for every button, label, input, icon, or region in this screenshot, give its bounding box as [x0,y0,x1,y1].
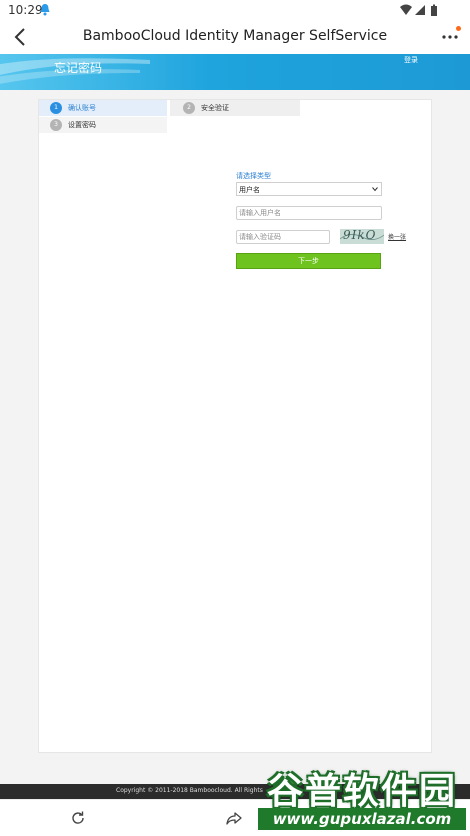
captcha-image[interactable]: 9IkO [340,229,384,244]
battery-icon [431,4,437,16]
type-label: 请选择类型 [236,172,271,180]
copyright-text: Copyright © 2011-2018 Bamboocloud. All R… [116,787,263,794]
app-title: BambooCloud Identity Manager SelfService [82,28,388,44]
status-time: 10:29 [8,3,43,17]
step-label: 安全验证 [201,104,229,112]
qq-bell-icon [40,4,50,16]
step-number: 1 [50,102,62,114]
login-link[interactable]: 登录 [404,55,418,65]
status-icons [400,4,437,16]
step-number: 2 [183,102,195,114]
wifi-icon [400,4,412,15]
share-icon[interactable] [226,810,242,826]
watermark-title: 谷普软件园 [266,771,457,812]
next-step-button[interactable]: 下一步 [236,253,381,269]
step-set-password: 3 设置密码 [39,117,167,133]
step-security-verification: 2 安全验证 [170,100,300,116]
back-arrow-icon[interactable] [10,26,32,48]
step-label: 确认账号 [68,104,96,112]
step-number: 3 [50,119,62,131]
notification-badge [456,26,461,31]
signal-icon [415,5,425,15]
step-label: 设置密码 [68,121,96,129]
type-select-value: 用户名 [239,186,260,194]
refresh-icon[interactable] [70,810,86,826]
form-panel [38,99,432,753]
type-select[interactable]: 用户名 [236,182,382,196]
username-input[interactable] [236,206,382,220]
status-bar: 10:29 [0,0,470,20]
page-banner: 忘记密码 登录 [0,54,470,90]
chevron-down-icon [372,187,378,192]
captcha-text: 9IkO [343,229,377,242]
page-title: 忘记密码 [54,61,103,75]
captcha-input[interactable] [236,230,330,244]
app-bar: BambooCloud Identity Manager SelfService [0,20,470,54]
captcha-refresh-link[interactable]: 换一张 [388,232,406,241]
watermark: 谷普软件园 www.gupuxlazal.com [258,762,466,832]
watermark-url: www.gupuxlazal.com [258,808,466,830]
step-confirm-account: 1 确认账号 [39,100,167,116]
